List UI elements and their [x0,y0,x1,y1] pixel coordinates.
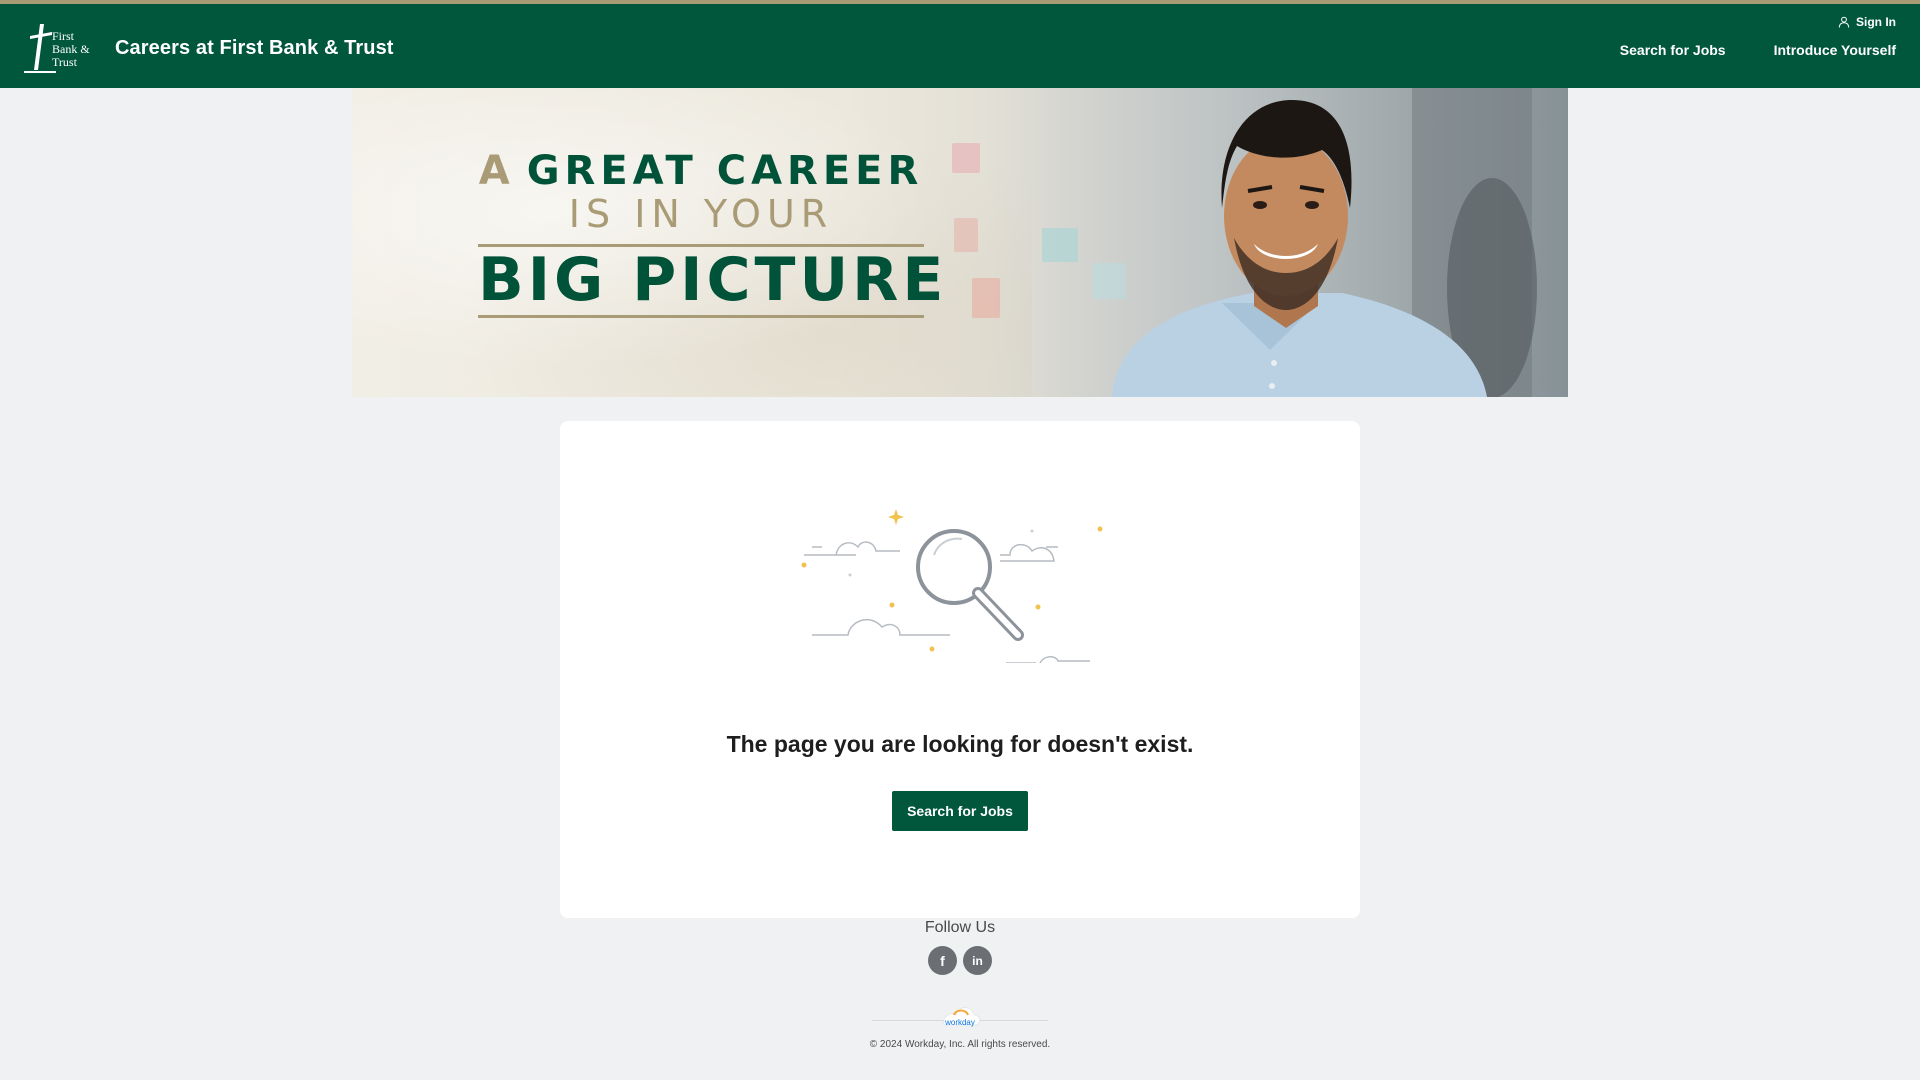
site-header: First Bank & Trust Careers at First Bank… [0,4,1920,88]
sign-in-label: Sign In [1856,15,1896,29]
logo-mark: First Bank & Trust [24,24,90,73]
sign-in-link[interactable]: Sign In [1838,15,1896,29]
smiling-man-image [1022,88,1568,397]
social-links: f in [928,946,992,975]
hero-line-1: A GREAT CAREER [478,148,924,194]
hero-person-photo [1022,88,1568,397]
hero-line-1-a: A [478,148,515,194]
first-bank-trust-logo[interactable]: First Bank & Trust [22,18,94,74]
hero-headline: A GREAT CAREER IS IN YOUR BIG PICTURE [478,148,948,318]
sticky-note [952,143,980,173]
svg-text:First: First [52,29,75,43]
follow-us-label: Follow Us [924,919,996,936]
facebook-icon[interactable]: f [928,946,957,975]
svg-text:Trust: Trust [52,55,78,69]
workday-cloud-icon: workday [943,1007,981,1027]
hero-line-3: BIG PICTURE [478,245,948,315]
not-found-card: The page you are looking for doesn't exi… [560,421,1360,918]
search-for-jobs-button[interactable]: Search for Jobs [892,791,1028,831]
user-icon [1838,16,1850,28]
hero-banner: A GREAT CAREER IS IN YOUR BIG PICTURE [352,88,1568,397]
linkedin-icon[interactable]: in [963,946,992,975]
hero-line-1-b: GREAT CAREER [526,148,924,194]
svg-text:Bank &: Bank & [52,42,90,56]
workday-logo: workday [938,1003,982,1033]
workday-logo-text: workday [944,1018,975,1027]
nav-introduce-yourself[interactable]: Introduce Yourself [1774,42,1896,58]
sticky-note [954,218,978,252]
main-nav: Search for Jobs Introduce Yourself [1620,42,1896,58]
not-found-message: The page you are looking for doesn't exi… [726,731,1194,757]
copyright-text: © 2024 Workday, Inc. All rights reserved… [869,1039,1051,1050]
site-title[interactable]: Careers at First Bank & Trust [115,37,394,60]
hero-divider [478,315,924,318]
sticky-note [972,278,1000,318]
hero-line-2: IS IN YOUR [568,192,834,236]
magnifying-glass-icon [801,509,1103,663]
not-found-illustration [800,503,1120,663]
nav-search-for-jobs[interactable]: Search for Jobs [1620,42,1726,58]
